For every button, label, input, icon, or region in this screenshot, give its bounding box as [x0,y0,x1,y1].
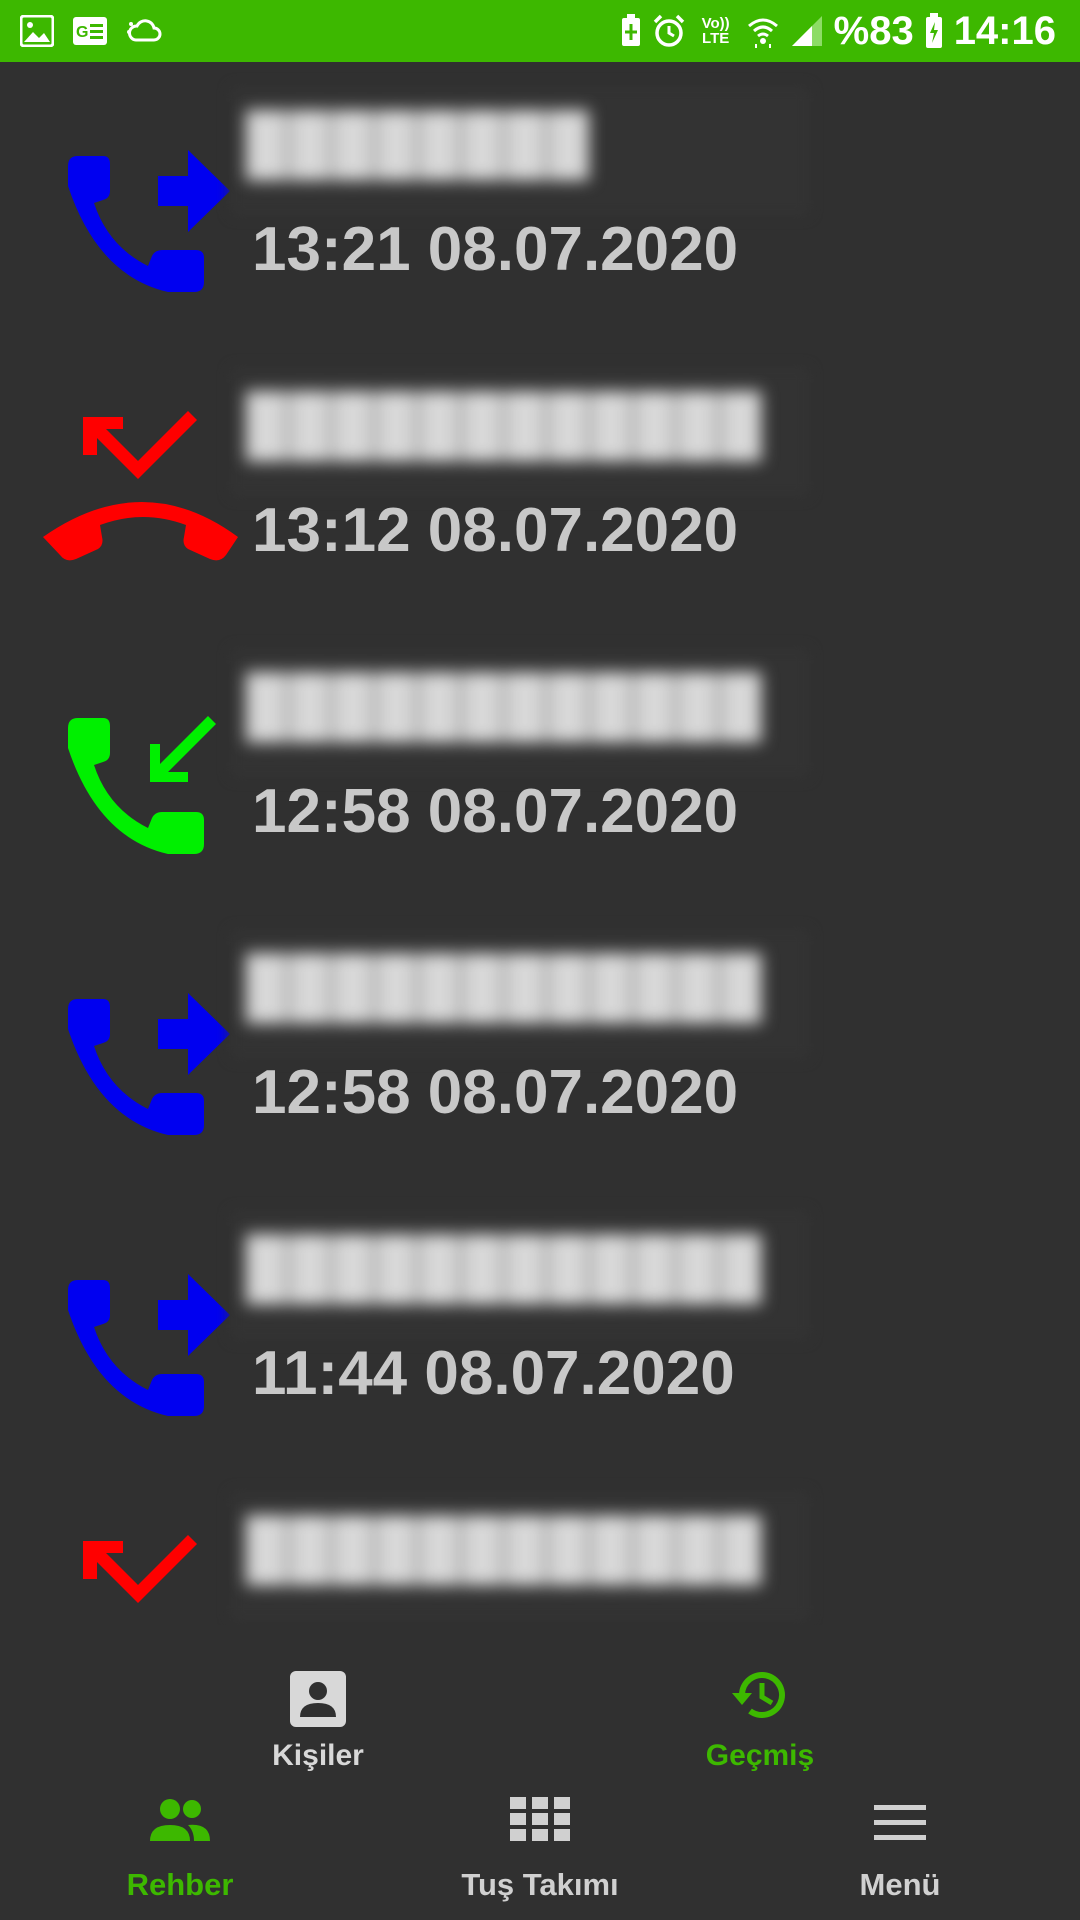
incoming-call-icon [68,716,216,854]
alarm-icon [653,14,684,47]
missed-call-icon [83,1535,197,1603]
battery-saver-icon [621,14,640,46]
contact-number: ████████ [246,111,591,176]
battery-charging-icon [925,13,942,48]
svg-text:G: G [76,24,88,41]
cloud-sync-icon [127,19,162,42]
clock: 14:16 [953,8,1056,53]
battery-percent: %83 [833,8,914,53]
volte-top-label: Vo)) [701,15,730,32]
call-row[interactable]: ████████████ 11:44 08.07.2020 [0,1186,1080,1467]
dialpad-icon [510,1797,570,1841]
wifi-icon [747,18,778,48]
history-icon [732,1672,785,1718]
call-row[interactable]: ████████████ 12:58 08.07.2020 [0,905,1080,1186]
menu-icon [874,1805,926,1840]
call-row[interactable]: ████████████ 13:12 08.07.2020 [0,343,1080,624]
call-row[interactable]: ████████████ [0,1467,1080,1625]
call-row[interactable]: ████████ 13:21 08.07.2020 [0,62,1080,343]
contact-number: ████████████ [246,1235,764,1300]
news-icon: G [73,17,107,45]
missed-call-icon [43,411,238,561]
contact-number: ████████████ [246,954,764,1019]
contact-number: ████████████ [246,392,764,457]
tab-gecmis[interactable]: Geçmiş [610,1645,910,1772]
signal-icon [791,16,822,46]
contact-card-icon [290,1671,346,1727]
sub-tab-bar: Kişiler Geçmiş [0,1625,1080,1775]
nav-rehber[interactable]: Rehber [20,1797,340,1907]
tab-gecmis-label: Geçmiş [705,1739,815,1772]
outgoing-call-icon [68,993,230,1135]
call-time: 12:58 08.07.2020 [252,777,739,846]
nav-menu-label: Menü [859,1867,941,1902]
call-time: 13:21 08.07.2020 [252,215,739,284]
call-row[interactable]: ████████████ 12:58 08.07.2020 [0,624,1080,905]
nav-menu[interactable]: Menü [740,1797,1060,1907]
tab-kisiler[interactable]: Kişiler [168,1645,468,1772]
contact-number: ████████████ [246,1516,764,1581]
call-time: 13:12 08.07.2020 [252,496,739,565]
tab-kisiler-label: Kişiler [272,1739,364,1772]
outgoing-call-icon [68,150,230,292]
contact-number: ████████████ [246,673,764,738]
volte-bottom-label: LTE [702,30,730,47]
status-bar: G Vo)) LTE %83 14:16 [0,0,1080,62]
call-time: 11:44 08.07.2020 [252,1339,735,1408]
call-time: 12:58 08.07.2020 [252,1058,739,1127]
image-icon [20,15,54,47]
people-icon [150,1799,210,1841]
volte-icon: Vo)) LTE [696,16,736,46]
nav-tus-takimi[interactable]: Tuş Takımı [380,1797,700,1907]
nav-rehber-label: Rehber [126,1867,234,1902]
call-history-list[interactable]: ████████ 13:21 08.07.2020 ████████████ 1… [0,62,1080,1625]
bottom-navigation: Rehber Tuş Takımı Menü [0,1775,1080,1920]
nav-tus-takimi-label: Tuş Takımı [461,1867,619,1902]
outgoing-call-icon [68,1274,230,1416]
